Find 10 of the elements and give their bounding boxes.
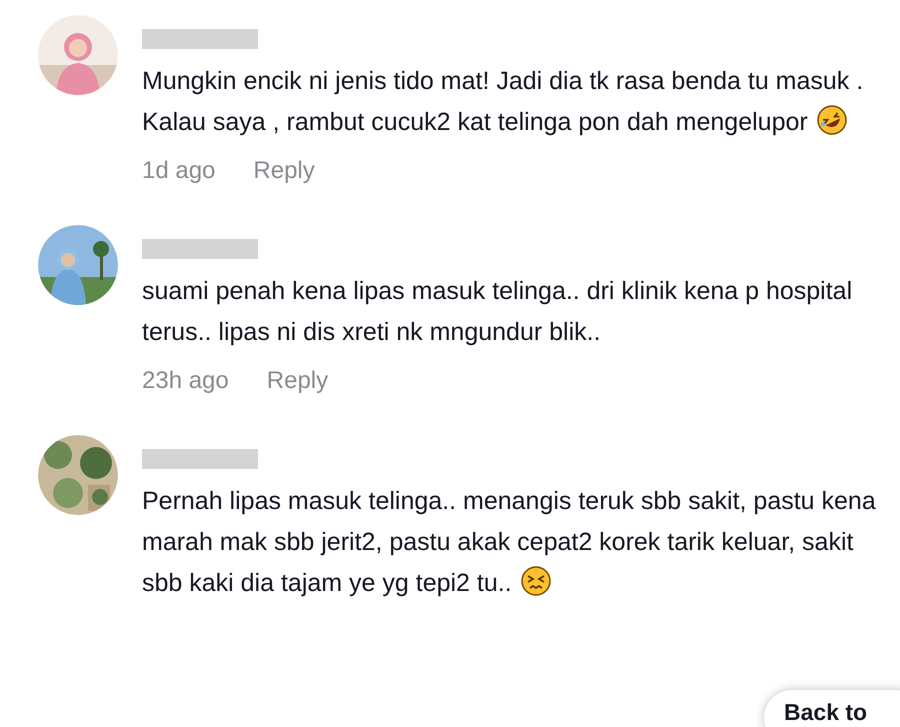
laughing-face-icon xyxy=(816,104,848,136)
comment-time: 1d ago xyxy=(142,156,216,186)
comment-time: 23h ago xyxy=(142,366,229,396)
comment-text: Mungkin encik ni jenis tido mat! Jadi dia tk rasa benda tu masuk . Kalau saya , rambut cucuk2 kat telinga pon dah mengelupor xyxy=(142,66,864,138)
reply-link[interactable]: Reply xyxy=(253,153,315,189)
comment-text: suami penah kena lipas masuk telinga.. dri klinik kena p hospital terus.. lipas ni dis xreti nk mngundur blik.. xyxy=(142,276,854,348)
back-button[interactable]: Back to xyxy=(764,690,900,727)
persevering-face-icon xyxy=(520,565,552,597)
comment-text: Pernah lipas masuk telinga.. menangis teruk sbb sakit, pastu kena marah mak sbb jerit2, pastu akak cepat2 korek tarik keluar, sakit sbb kaki dia tajam ye yg tepi2 tu.. xyxy=(142,486,877,599)
reply-link[interactable]: Reply xyxy=(266,363,328,399)
